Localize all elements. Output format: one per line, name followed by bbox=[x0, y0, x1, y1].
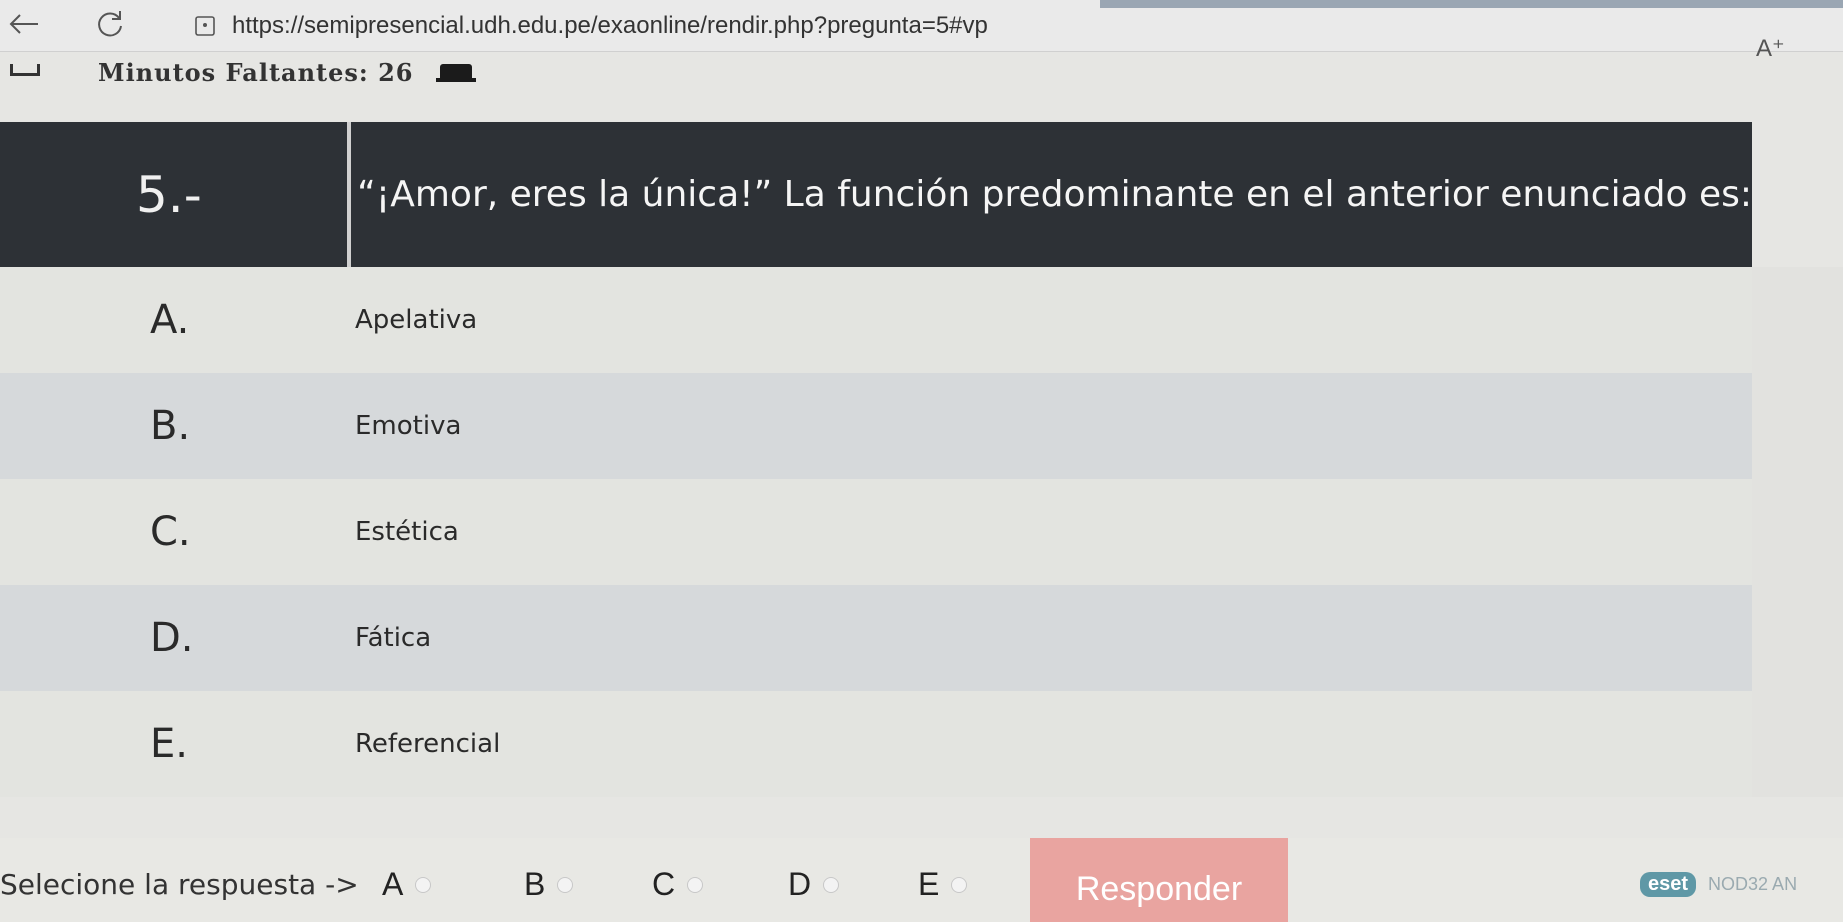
radio-circle-icon[interactable] bbox=[557, 876, 574, 893]
question-header: 5.- “¡Amor, eres la única!” La función p… bbox=[0, 122, 1752, 267]
option-letter: B. bbox=[150, 403, 191, 449]
sidebar-icon bbox=[10, 64, 40, 76]
option-d[interactable]: D. Fática bbox=[0, 585, 1752, 691]
option-e[interactable]: E. Referencial bbox=[0, 691, 1752, 797]
radio-circle-icon[interactable] bbox=[415, 876, 432, 893]
radio-letter: E bbox=[918, 866, 940, 902]
url-text[interactable]: https://semipresencial.udh.edu.pe/exaonl… bbox=[232, 12, 988, 40]
option-text: Referencial bbox=[355, 729, 501, 759]
radio-b[interactable]: B bbox=[524, 866, 574, 903]
option-text: Fática bbox=[355, 623, 432, 653]
back-arrow-icon[interactable] bbox=[6, 6, 42, 42]
timer-bar: Minutos Faltantes: 26 bbox=[0, 58, 1843, 88]
option-letter: C. bbox=[150, 509, 191, 555]
right-margin bbox=[1752, 267, 1843, 797]
radio-d[interactable]: D bbox=[788, 866, 840, 903]
radio-c[interactable]: C bbox=[652, 866, 704, 903]
option-letter: A. bbox=[150, 297, 190, 343]
eset-logo: eset bbox=[1640, 872, 1697, 897]
laptop-icon bbox=[436, 64, 476, 82]
question-text: “¡Amor, eres la única!” La función predo… bbox=[357, 174, 1752, 215]
radio-a[interactable]: A bbox=[382, 866, 432, 903]
radio-circle-icon[interactable] bbox=[687, 876, 704, 893]
address-bar[interactable]: https://semipresencial.udh.edu.pe/exaonl… bbox=[180, 6, 1290, 46]
option-text: Emotiva bbox=[355, 411, 462, 441]
answer-label: Selecione la respuesta -> bbox=[0, 868, 359, 901]
radio-circle-icon[interactable] bbox=[951, 876, 968, 893]
reload-icon[interactable] bbox=[92, 6, 128, 42]
option-a[interactable]: A. Apelativa bbox=[0, 267, 1752, 373]
question-number: 5.- bbox=[0, 122, 352, 267]
option-text: Apelativa bbox=[355, 305, 478, 335]
time-remaining: Minutos Faltantes: 26 bbox=[98, 58, 414, 87]
answer-row: Selecione la respuesta -> A B C D E Resp… bbox=[0, 838, 1843, 922]
browser-toolbar: https://semipresencial.udh.edu.pe/exaonl… bbox=[0, 0, 1843, 62]
eset-badge: eset NOD32 AN bbox=[1640, 872, 1797, 897]
option-text: Estética bbox=[355, 517, 459, 547]
radio-letter: B bbox=[524, 866, 546, 902]
option-c[interactable]: C. Estética bbox=[0, 479, 1752, 585]
option-b[interactable]: B. Emotiva bbox=[0, 373, 1752, 479]
radio-letter: C bbox=[652, 866, 676, 902]
lock-icon[interactable] bbox=[194, 15, 216, 37]
radio-letter: D bbox=[788, 866, 812, 902]
radio-letter: A bbox=[382, 866, 404, 902]
eset-product: NOD32 AN bbox=[1708, 874, 1798, 894]
option-letter: D. bbox=[150, 615, 194, 661]
option-letter: E. bbox=[150, 721, 188, 767]
options-list: A. Apelativa B. Emotiva C. Estética D. F… bbox=[0, 267, 1752, 797]
responder-button[interactable]: Responder bbox=[1030, 838, 1288, 922]
radio-circle-icon[interactable] bbox=[823, 876, 840, 893]
radio-e[interactable]: E bbox=[918, 866, 968, 903]
